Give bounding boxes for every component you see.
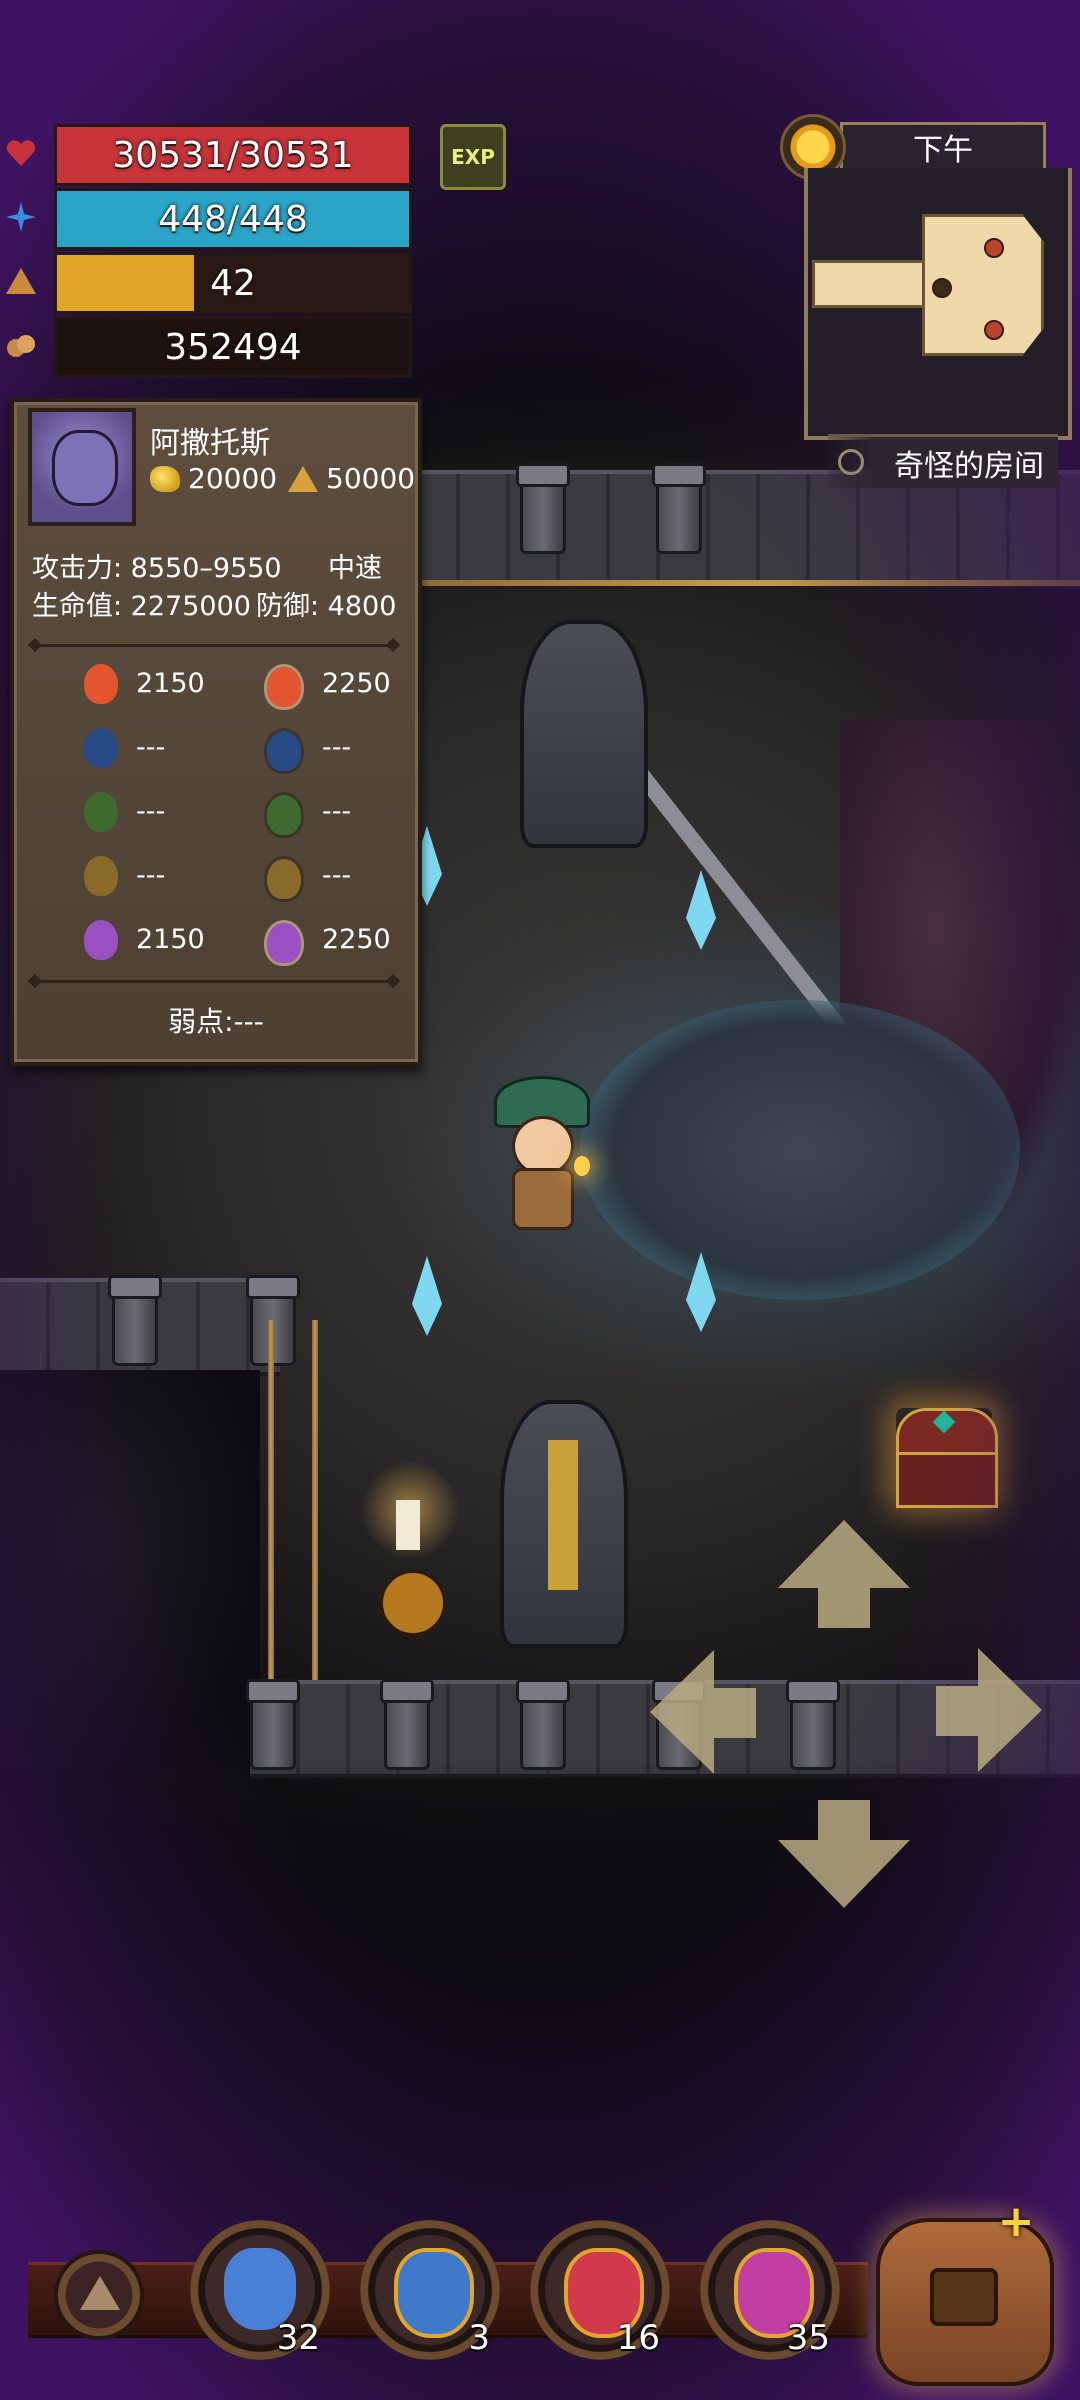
map-enemy-marker: [984, 238, 1004, 258]
weakness-text: 弱点:---: [168, 1005, 264, 1038]
enemy-name: 阿撒托斯: [150, 426, 270, 461]
nature-resist-icon: [264, 792, 304, 838]
defense-stat: 防御: 4800: [256, 591, 397, 622]
item-slot-blue-potion[interactable]: 32: [190, 2220, 330, 2360]
heart-icon: [6, 140, 36, 166]
mp-row: 448/448: [0, 188, 420, 250]
level-triangle-icon: [6, 268, 36, 294]
player-hero[interactable]: [490, 1076, 590, 1230]
hp-bar: 30531/30531: [54, 124, 412, 186]
wall-pillar: [516, 463, 570, 554]
map-room: [812, 260, 935, 308]
map-player-marker: [932, 278, 952, 298]
wall-pillar: [786, 1679, 840, 1770]
move-up-arrow-stem: [818, 1588, 870, 1628]
time-of-day-label: 下午: [840, 122, 1046, 172]
gold-trim: [548, 1440, 578, 1590]
gold-value: 352494: [164, 326, 302, 368]
level-up-button[interactable]: [54, 2250, 144, 2340]
location-label: 奇怪的房间: [828, 434, 1058, 488]
resistance-row: --- ---: [74, 788, 414, 838]
candle-shrine[interactable]: [360, 1460, 460, 1640]
item-count: 35: [786, 2318, 830, 2358]
ice-crystal: [686, 870, 716, 950]
gold-reward-value: 20000: [188, 462, 278, 495]
exp-reward: 50000: [288, 462, 415, 495]
hp-value: 30531/30531: [112, 134, 354, 176]
cracked-floor: [580, 1000, 1020, 1300]
resistance-row: --- ---: [74, 852, 414, 902]
enemy-info-panel: 阿撒托斯 20000 50000 攻击力: 8550–9550 中速 生命值: …: [10, 398, 422, 1066]
item-count: 16: [616, 2318, 660, 2358]
fire-resist-icon: [264, 664, 304, 710]
move-left-arrow-stem: [714, 1688, 756, 1738]
magnifier-icon: [838, 449, 864, 475]
gold-ore-icon: [7, 335, 35, 357]
move-down-arrow[interactable]: [778, 1840, 910, 1908]
item-count: 32: [276, 2318, 320, 2358]
item-slot-red-potion[interactable]: 16: [530, 2220, 670, 2360]
move-up-arrow[interactable]: [778, 1520, 910, 1588]
treasure-chest[interactable]: [896, 1408, 998, 1508]
hp-stat: 生命值: 2275000: [32, 591, 251, 622]
fire-attack-icon: [84, 664, 118, 704]
map-enemy-marker: [984, 320, 1004, 340]
water-resist-icon: [264, 728, 304, 774]
dark-pit: [0, 1370, 260, 1770]
wall-pillar: [380, 1679, 434, 1770]
exp-button[interactable]: EXP: [440, 124, 506, 190]
exp-triangle-icon: [288, 465, 318, 492]
resistance-row: 2150 2250: [74, 660, 414, 710]
hp-row: 30531/30531: [0, 124, 420, 186]
armor-statue: [520, 620, 648, 848]
divider: [34, 644, 394, 647]
gold-reward: 20000: [150, 462, 277, 495]
gold-nugget-icon: [150, 465, 180, 492]
ice-crystal: [412, 1256, 442, 1336]
item-slot-pink-potion[interactable]: 35: [700, 2220, 840, 2360]
lightning-resist-icon: [264, 856, 304, 902]
location-name: 奇怪的房间: [894, 448, 1044, 484]
wall-pillar: [246, 1679, 300, 1770]
move-right-arrow[interactable]: [978, 1648, 1042, 1772]
gold-bar: 352494: [54, 316, 412, 378]
arcane-resist-icon: [264, 920, 304, 966]
attack-stat: 攻击力: 8550–9550: [32, 553, 282, 584]
minimap[interactable]: [804, 168, 1072, 440]
move-right-arrow-stem: [936, 1686, 978, 1736]
wall-pillar: [652, 463, 706, 554]
level-row: 42: [0, 252, 420, 314]
move-down-arrow-stem: [818, 1800, 870, 1840]
triangle-icon: [80, 2276, 120, 2310]
magic-sparkle-icon: [6, 202, 36, 232]
wall-trim: [312, 1320, 318, 1680]
level-value: 42: [210, 262, 256, 304]
speed-stat: 中速: [328, 553, 382, 584]
mp-value: 448/448: [158, 198, 308, 240]
item-count: 3: [468, 2318, 490, 2358]
wall-pillar: [108, 1275, 162, 1366]
resistance-row: 2150 2250: [74, 916, 414, 966]
lightning-attack-icon: [84, 856, 118, 896]
arcane-attack-icon: [84, 920, 118, 960]
mp-bar: 448/448: [54, 188, 412, 250]
wall-trim: [410, 580, 1080, 586]
nature-attack-icon: [84, 792, 118, 832]
time-of-day-badge: 下午: [780, 114, 1060, 180]
gold-row: 352494: [0, 316, 420, 378]
wall-pillar: [516, 1679, 570, 1770]
wall-trim: [268, 1320, 274, 1680]
exp-reward-value: 50000: [326, 462, 416, 495]
level-bar: 42: [54, 252, 412, 314]
blue-gold-potion-icon: [394, 2248, 474, 2338]
enemy-portrait: [28, 408, 136, 526]
plus-icon: +: [997, 2196, 1035, 2247]
divider: [34, 980, 394, 983]
move-left-arrow[interactable]: [650, 1650, 714, 1774]
resistance-row: --- ---: [74, 724, 414, 774]
torch-flame: [574, 1156, 590, 1176]
water-attack-icon: [84, 728, 118, 768]
inventory-bag-button[interactable]: +: [866, 2188, 1056, 2388]
item-slot-blue-gold-potion[interactable]: 3: [360, 2220, 500, 2360]
